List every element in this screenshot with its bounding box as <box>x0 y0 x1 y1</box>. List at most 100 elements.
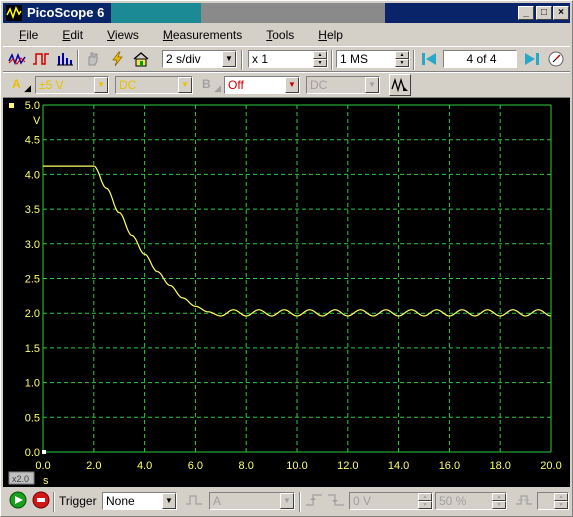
app-window: PicoScope 6 _ □ × File Edit Views Measur… <box>0 0 573 517</box>
restore-button[interactable]: □ <box>536 6 552 20</box>
y-tick-label: 0.0 <box>25 447 40 459</box>
previous-buffer-icon[interactable] <box>418 48 440 70</box>
falling-edge-icon[interactable] <box>325 489 347 511</box>
home-icon[interactable] <box>130 48 152 70</box>
capture-toolbar: 2 s/div ▼ x 1 ▲ ▼ 1 MS ▲ ▼ 4 of 4 <box>3 46 570 72</box>
x-tick-label: 12.0 <box>337 460 358 472</box>
x-tick-label: 20.0 <box>540 460 561 472</box>
chevron-down-icon[interactable]: ▼ <box>178 77 192 93</box>
title-bar-gradient-gray <box>201 3 385 23</box>
channel-a-coupling-select[interactable]: DC ▼ <box>115 76 193 94</box>
spinner-arrows[interactable]: ▲ ▼ <box>492 493 506 509</box>
samples-spinner[interactable]: 1 MS ▲ ▼ <box>336 50 410 68</box>
scope-plot[interactable]: 0.0 0.5 1.0 1.5 2.0 2.5 3.0 3.5 4.0 4.5 5.0 0.0 2.0… <box>3 98 570 487</box>
pointer-icon: ◢ <box>214 83 221 93</box>
trigger-label: Trigger <box>59 494 97 508</box>
y-tick-label: 3.0 <box>25 239 40 251</box>
chevron-down-icon[interactable]: ▼ <box>162 493 176 509</box>
y-tick-label: 3.5 <box>25 204 40 216</box>
toolbar-separator <box>331 50 333 70</box>
menu-measurements[interactable]: Measurements <box>147 25 250 45</box>
spinner-arrows[interactable]: ▲ ▼ <box>313 51 327 67</box>
stop-capture-icon[interactable] <box>30 489 52 511</box>
y-axis-unit: V <box>33 115 41 127</box>
spinner-arrows[interactable]: ▲ ▼ <box>554 493 568 509</box>
status-bar: Trigger None ▼ A ▼ 0 V ▲ ▼ 50 % ▲ ▼ ▲ ▼ <box>3 489 570 513</box>
x-tick-label: 2.0 <box>86 460 101 472</box>
toolbar-separator <box>413 50 415 70</box>
y-tick-label: 2.5 <box>25 274 40 286</box>
y-tick-label: 1.5 <box>25 343 40 355</box>
y-tick-label: 5.0 <box>25 100 40 112</box>
timebase-select[interactable]: 2 s/div ▼ <box>162 50 237 68</box>
x-tick-label: 0.0 <box>35 460 50 472</box>
spinner-arrows[interactable]: ▲ ▼ <box>418 493 432 509</box>
trigger-level-spinner[interactable]: 0 V ▲ ▼ <box>349 492 433 510</box>
channel-b-coupling-select[interactable]: DC ▼ <box>306 76 380 94</box>
toolbar-separator <box>299 492 301 512</box>
rising-edge-icon[interactable] <box>303 489 325 511</box>
close-button[interactable]: × <box>553 6 569 20</box>
title-bar-gradient <box>111 3 201 23</box>
y-tick-label: 4.5 <box>25 135 40 147</box>
chevron-down-icon[interactable]: ▼ <box>280 493 294 509</box>
toolbar-separator <box>53 492 55 512</box>
x-tick-label: 8.0 <box>239 460 254 472</box>
menu-views[interactable]: Views <box>91 25 147 45</box>
x-axis-unit: s <box>43 475 49 487</box>
toolbar-separator <box>77 50 79 70</box>
menu-bar: File Edit Views Measurements Tools Help <box>3 25 570 45</box>
x-tick-label: 6.0 <box>188 460 203 472</box>
buffer-navigator[interactable]: 4 of 4 <box>443 50 517 68</box>
origin-marker <box>42 450 46 454</box>
y-tick-label: 4.0 <box>25 169 40 181</box>
auto-setup-icon[interactable] <box>107 48 129 70</box>
spectrum-mode-icon[interactable] <box>54 48 76 70</box>
x-zoom-badge-label: x2.0 <box>12 474 29 484</box>
y-tick-label: 2.0 <box>25 308 40 320</box>
pointer-icon: ◢ <box>24 83 31 93</box>
y-tick-label: 1.0 <box>25 378 40 390</box>
x-tick-label: 18.0 <box>489 460 510 472</box>
advanced-trigger-icon[interactable] <box>183 489 205 511</box>
picoscope-app-icon <box>6 5 22 21</box>
menu-file[interactable]: File <box>3 25 46 45</box>
channel-b-range-select[interactable]: Off ▼ <box>224 76 300 94</box>
menu-help[interactable]: Help <box>302 25 351 45</box>
trigger-delay-spinner[interactable]: ▲ ▼ <box>537 492 569 510</box>
chevron-down-icon[interactable]: ▼ <box>365 77 379 93</box>
x-zoom-badge: x2.0 <box>8 471 35 485</box>
chevron-down-icon[interactable]: ▼ <box>94 77 108 93</box>
chevron-down-icon[interactable]: ▼ <box>222 51 236 67</box>
x-tick-label: 4.0 <box>137 460 152 472</box>
toolbar-separator <box>241 50 243 70</box>
channel-a-range-select[interactable]: ±5 V ▼ <box>35 76 109 94</box>
channel-toolbar: A ◢ ±5 V ▼ DC ▼ B ◢ Off ▼ DC ▼ <box>3 72 570 98</box>
persistence-mode-icon[interactable] <box>30 48 52 70</box>
trigger-delay-icon[interactable] <box>513 489 535 511</box>
start-capture-icon[interactable] <box>7 489 29 511</box>
channel-a-button[interactable]: A ◢ <box>9 76 31 94</box>
x-tick-label: 10.0 <box>286 460 307 472</box>
x-tick-label: 16.0 <box>439 460 460 472</box>
minimize-button[interactable]: _ <box>518 6 534 20</box>
scope-mode-icon[interactable] <box>6 48 28 70</box>
buffer-overview-icon[interactable] <box>545 48 567 70</box>
channel-a-marker <box>9 103 14 108</box>
y-tick-label: 0.5 <box>25 412 40 424</box>
channel-options-icon[interactable] <box>389 74 411 96</box>
channel-b-button[interactable]: B ◢ <box>199 76 221 94</box>
x-tick-label: 14.0 <box>388 460 409 472</box>
hand-tool-icon[interactable] <box>82 48 104 70</box>
trigger-mode-select[interactable]: None ▼ <box>102 492 177 510</box>
menu-edit[interactable]: Edit <box>46 25 91 45</box>
spinner-arrows[interactable]: ▲ ▼ <box>395 51 409 67</box>
title-bar[interactable]: PicoScope 6 _ □ × <box>3 3 570 23</box>
chevron-down-icon[interactable]: ▼ <box>285 77 299 93</box>
trigger-source-select[interactable]: A ▼ <box>209 492 295 510</box>
menu-tools[interactable]: Tools <box>250 25 302 45</box>
pretrigger-spinner[interactable]: 50 % ▲ ▼ <box>435 492 507 510</box>
next-buffer-icon[interactable] <box>521 48 543 70</box>
zoom-spinner[interactable]: x 1 ▲ ▼ <box>248 50 328 68</box>
scope-view[interactable]: 0.0 0.5 1.0 1.5 2.0 2.5 3.0 3.5 4.0 4.5 5.0 0.0 2.0… <box>3 98 570 487</box>
